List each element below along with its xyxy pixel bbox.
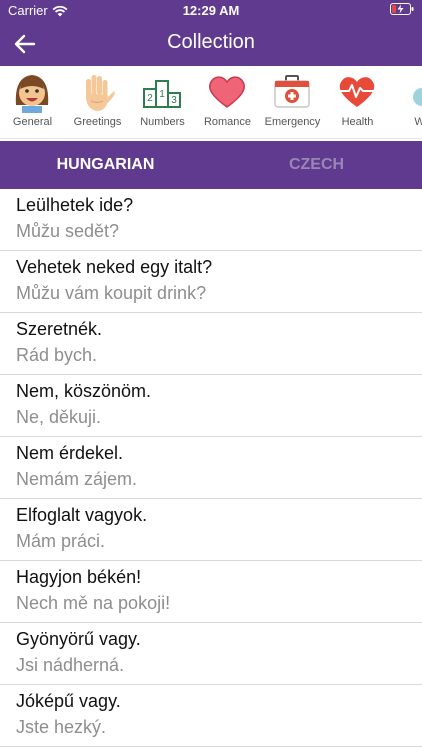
category-label: Health <box>341 116 374 128</box>
page-title: Collection <box>167 31 255 53</box>
phrase-row[interactable]: Nem érdekel. Nemám zájem. <box>0 437 422 499</box>
phrase-row[interactable]: Gyönyörű vagy. Jsi nádherná. <box>0 623 422 685</box>
svg-text:1: 1 <box>159 89 165 100</box>
phrase-source: Gyönyörű vagy. <box>16 629 141 649</box>
heart-icon <box>209 76 245 108</box>
category-romance[interactable]: Romance <box>195 66 260 138</box>
phrase-translation: Nemám zájem. <box>16 469 138 489</box>
phrase-row[interactable]: Vehetek neked egy italt? Můžu vám koupit… <box>0 251 422 313</box>
battery-charging-icon <box>390 3 414 18</box>
weather-icon <box>413 88 422 106</box>
category-label: Emergency <box>264 116 321 128</box>
heartbeat-icon <box>339 77 375 107</box>
tab-czech[interactable]: CZECH <box>211 141 422 189</box>
phrase-source: Elfoglalt vagyok. <box>16 505 148 525</box>
phrase-translation: Jsi nádherná. <box>16 655 125 675</box>
phrase-row[interactable]: Jóképű vagy. Jste hezký. <box>0 685 422 747</box>
phrase-translation: Rád bych. <box>16 345 98 365</box>
phrase-source: Hagyjon békén! <box>16 567 142 587</box>
phrase-row[interactable]: Nem, köszönöm. Ne, děkuji. <box>0 375 422 437</box>
phrase-source: Szeretnék. <box>16 319 103 339</box>
phrase-list: Leülhetek ide? Můžu sedět? Vehetek neked… <box>0 189 422 747</box>
phrase-source: Nem érdekel. <box>16 443 124 463</box>
category-label: Romance <box>203 116 252 128</box>
category-label: We <box>386 116 422 128</box>
phrase-translation: Jste hezký. <box>16 717 107 737</box>
status-time: 12:29 AM <box>182 3 240 18</box>
phrase-source: Leülhetek ide? <box>16 195 134 215</box>
status-bar: Carrier 12:29 AM <box>0 0 422 22</box>
smiling-girl-icon <box>15 75 49 113</box>
phrase-row[interactable]: Elfoglalt vagyok. Mám práci. <box>0 499 422 561</box>
phrase-row[interactable]: Leülhetek ide? Můžu sedět? <box>0 189 422 251</box>
phrase-row[interactable]: Hagyjon békén! Nech mě na pokoji! <box>0 561 422 623</box>
category-emergency[interactable]: Emergency <box>260 66 325 138</box>
phrase-source: Jóképű vagy. <box>16 691 121 711</box>
nav-bar: Collection <box>0 22 422 66</box>
category-weather[interactable]: We <box>390 66 422 138</box>
waving-hand-icon <box>85 75 115 111</box>
category-label: Numbers <box>140 116 185 128</box>
phrase-source: Nem, köszönöm. <box>16 381 152 401</box>
svg-text:3: 3 <box>171 95 177 106</box>
first-aid-kit-icon <box>274 75 310 108</box>
tab-hungarian[interactable]: HUNGARIAN <box>0 141 211 189</box>
category-numbers[interactable]: 1 2 3 Numbers <box>130 66 195 138</box>
phrase-translation: Mám práci. <box>16 531 106 551</box>
phrase-translation: Můžu vám koupit drink? <box>16 283 207 303</box>
category-label: Greetings <box>73 116 122 128</box>
top-bar: Carrier 12:29 AM Collection <box>0 0 422 66</box>
category-label: General <box>12 116 53 128</box>
numbers-podium-icon: 1 2 3 <box>143 80 181 108</box>
svg-text:2: 2 <box>147 93 153 104</box>
category-strip: General Greetings 1 2 3 Numbers Romance <box>0 66 422 139</box>
phrase-row[interactable]: Szeretnék. Rád bych. <box>0 313 422 375</box>
category-health[interactable]: Health <box>325 66 390 138</box>
language-tabs: HUNGARIAN CZECH <box>0 141 422 189</box>
phrase-source: Vehetek neked egy italt? <box>16 257 213 277</box>
phrase-translation: Ne, děkuji. <box>16 407 102 427</box>
category-general[interactable]: General <box>0 66 65 138</box>
category-greetings[interactable]: Greetings <box>65 66 130 138</box>
phrase-translation: Nech mě na pokoji! <box>16 593 171 613</box>
phrase-translation: Můžu sedět? <box>16 221 120 241</box>
